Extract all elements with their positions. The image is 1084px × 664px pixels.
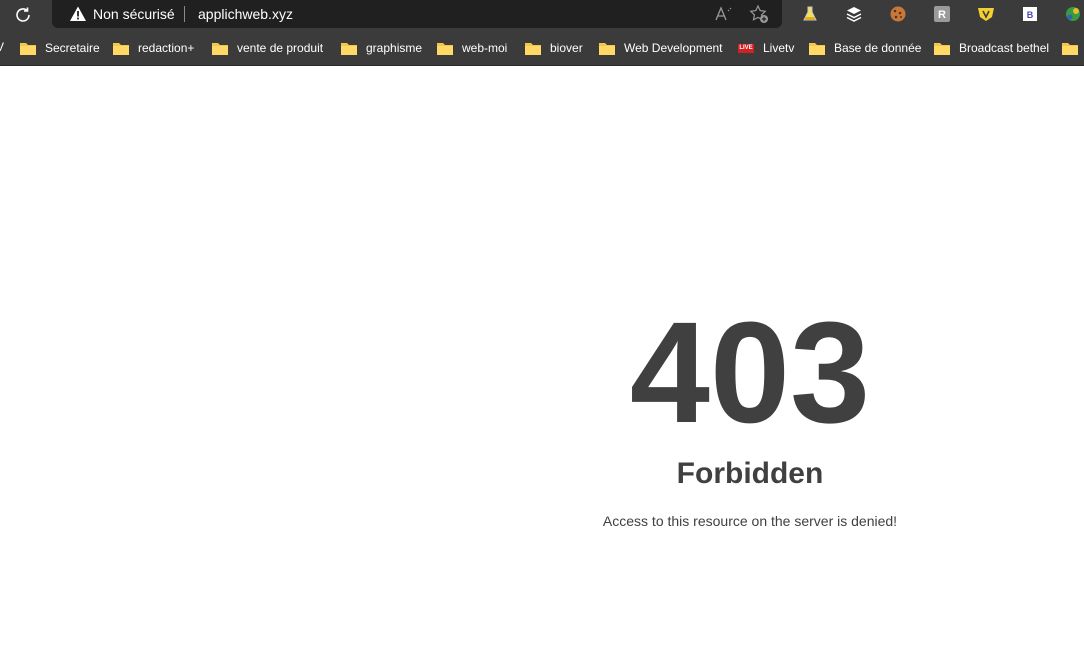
bookmark-label: Web Development — [624, 41, 723, 55]
warning-icon[interactable] — [69, 5, 87, 23]
bookmark-secretaire[interactable]: Secretaire — [20, 40, 100, 56]
error-message: Access to this resource on the server is… — [602, 513, 898, 529]
shield-extension-icon[interactable] — [977, 5, 995, 23]
add-favorite-icon[interactable] — [749, 4, 769, 24]
folder-icon — [341, 43, 357, 55]
bookmarks-bar: V Secretaire redaction+ vente de produit… — [0, 30, 1084, 66]
svg-text:R: R — [938, 9, 946, 21]
folder-icon — [437, 43, 453, 55]
folder-icon — [1062, 43, 1078, 55]
bookmark-overflow-folder[interactable] — [1062, 40, 1084, 56]
page-content: 403 Forbidden Access to this resource on… — [0, 66, 1084, 664]
bookmark-web-moi[interactable]: web-moi — [437, 40, 507, 56]
security-label[interactable]: Non sécurisé — [93, 6, 175, 22]
layers-extension-icon[interactable] — [845, 5, 863, 23]
bookmark-label: biover — [550, 41, 583, 55]
bookmark-label: Secretaire — [45, 41, 100, 55]
url-text[interactable]: applichweb.xyz — [198, 6, 293, 22]
bookmark-label: Livetv — [763, 41, 795, 55]
b-extension-icon[interactable]: B — [1021, 5, 1039, 23]
error-code: 403 — [629, 292, 871, 453]
bookmark-broadcast-bethel[interactable]: Broadcast bethel — [934, 40, 1049, 56]
folder-icon — [809, 43, 825, 55]
bookmark-label: redaction+ — [138, 41, 195, 55]
bookmark-biover[interactable]: biover — [525, 40, 583, 56]
bookmark-label: Broadcast bethel — [959, 41, 1050, 55]
folder-icon — [212, 43, 228, 55]
folder-icon — [934, 43, 950, 55]
address-bar[interactable]: Non sécurisé applichweb.xyz — [52, 0, 782, 28]
bookmark-redaction[interactable]: redaction+ — [113, 40, 194, 56]
reload-icon[interactable] — [12, 4, 34, 26]
bookmark-base-de-donnee[interactable]: Base de donnée — [809, 40, 921, 56]
bookmark-web-development[interactable]: Web Development — [599, 40, 723, 56]
svg-text:B: B — [1027, 10, 1034, 20]
bookmark-graphisme[interactable]: graphisme — [341, 40, 422, 56]
globe-extension-icon[interactable] — [1064, 5, 1082, 23]
bookmark-label: vente de produit — [237, 41, 324, 55]
bookmark-partial[interactable]: V — [0, 40, 4, 54]
folder-icon — [525, 43, 541, 55]
r-extension-icon[interactable]: R — [933, 5, 951, 23]
bookmark-label: web-moi — [462, 41, 508, 55]
folder-icon — [20, 43, 36, 55]
bookmark-label: graphisme — [366, 41, 423, 55]
bookmark-vente-de-produit[interactable]: vente de produit — [212, 40, 323, 56]
flask-extension-icon[interactable] — [801, 5, 819, 23]
live-icon: LIVE — [738, 43, 754, 53]
error-title: Forbidden — [676, 457, 824, 490]
browser-toolbar: Non sécurisé applichweb.xyz R B — [0, 0, 1084, 30]
folder-icon — [113, 43, 129, 55]
read-aloud-icon[interactable] — [714, 5, 734, 23]
cookie-extension-icon[interactable] — [889, 5, 907, 23]
bookmark-livetv[interactable]: LIVE Livetv — [738, 40, 794, 56]
folder-icon — [599, 43, 615, 55]
address-separator — [184, 6, 185, 22]
bookmark-label: Base de donnée — [834, 41, 922, 55]
